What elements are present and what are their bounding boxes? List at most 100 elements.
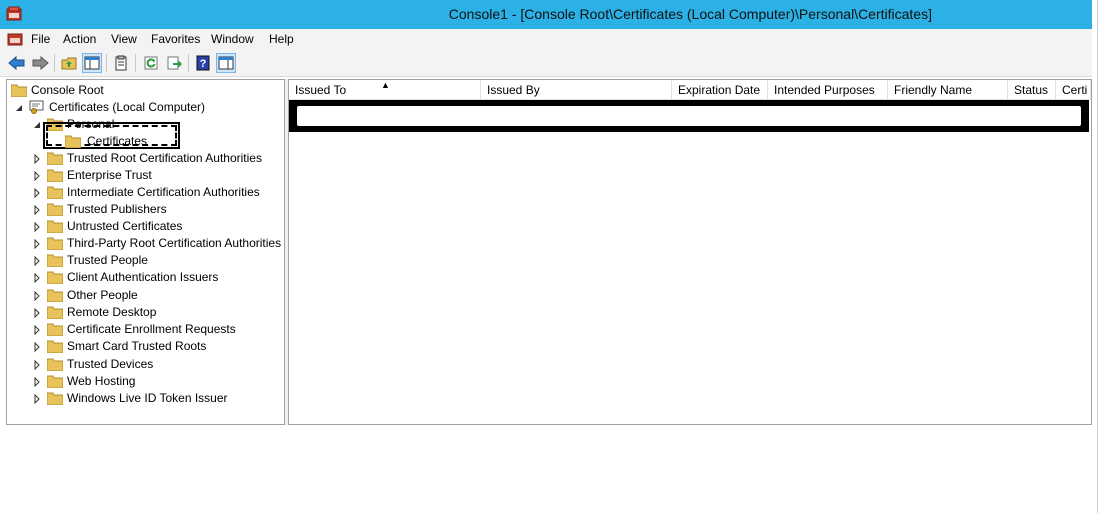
tree-label: Untrusted Certificates (67, 219, 183, 233)
toolbar-separator (106, 54, 107, 72)
column-label: Friendly Name (894, 83, 973, 97)
expand-arrow-icon[interactable] (33, 290, 41, 302)
help-icon: ? (196, 55, 210, 71)
menu-favorites[interactable]: Favorites (151, 32, 200, 46)
properties-button[interactable] (111, 53, 131, 73)
toolbar-separator (135, 54, 136, 72)
window-title: Console1 - [Console Root\Certificates (L… (448, 6, 932, 22)
expand-arrow-icon[interactable] (33, 307, 41, 319)
expand-arrow-icon[interactable] (33, 170, 41, 182)
expand-arrow-icon[interactable] (33, 238, 41, 250)
column-label: Status (1014, 83, 1049, 97)
tree-node-store[interactable]: Trusted Publishers (33, 201, 167, 217)
tree-label: Web Hosting (67, 374, 136, 388)
certificate-snapin-icon (29, 100, 45, 114)
column-header-friendly-name[interactable]: Friendly Name (888, 80, 1008, 100)
folder-icon (46, 151, 64, 166)
column-header-intended-purposes[interactable]: Intended Purposes (768, 80, 888, 100)
mmc-window: Console1 - [Console Root\Certificates (L… (0, 0, 1092, 425)
tree-label: Third-Party Root Certification Authoriti… (67, 236, 282, 250)
column-label: Certi (1062, 83, 1088, 97)
refresh-button[interactable] (141, 53, 161, 73)
folder-icon (46, 202, 64, 217)
expand-arrow-icon[interactable] (33, 187, 41, 199)
column-header-certificate-template[interactable]: Certi (1056, 80, 1091, 100)
help-button[interactable]: ? (193, 53, 213, 73)
tree-node-store[interactable]: Intermediate Certification Authorities (33, 184, 260, 200)
menu-help[interactable]: Help (269, 32, 294, 46)
back-icon (8, 55, 25, 71)
column-label: Issued By (487, 83, 540, 97)
expand-arrow-icon[interactable] (33, 359, 41, 371)
show-hide-tree-button[interactable] (82, 53, 102, 73)
expand-arrow-icon[interactable] (33, 272, 41, 284)
column-header-issued-to[interactable]: Issued To ▲ (289, 80, 481, 100)
properties-icon (115, 55, 127, 71)
tree-node-store[interactable]: Windows Live ID Token Issuer (33, 390, 228, 406)
folder-icon (46, 253, 64, 268)
collapse-arrow-icon[interactable] (33, 119, 41, 129)
redacted-certificate-row[interactable] (289, 100, 1089, 132)
menu-action[interactable]: Action (63, 32, 96, 46)
tree-node-store[interactable]: Other People (33, 287, 138, 303)
tree-label: Certificates (Local Computer) (49, 100, 206, 114)
up-one-level-button[interactable] (59, 53, 79, 73)
folder-icon (46, 391, 64, 406)
tree-node-certificates-local-computer[interactable]: Certificates (Local Computer) (15, 99, 205, 115)
tree-label: Client Authentication Issuers (67, 270, 219, 284)
expand-arrow-icon[interactable] (33, 376, 41, 388)
folder-icon (46, 236, 64, 251)
show-action-pane-button[interactable] (216, 53, 236, 73)
forward-icon (32, 55, 49, 71)
tree-label: Enterprise Trust (67, 168, 152, 182)
tree-node-store[interactable]: Client Authentication Issuers (33, 269, 218, 285)
menu-window[interactable]: Window (211, 32, 254, 46)
toolbar-separator (188, 54, 189, 72)
tree-node-store[interactable]: Remote Desktop (33, 304, 156, 320)
tree-label: Intermediate Certification Authorities (67, 185, 260, 199)
tree-node-store[interactable]: Smart Card Trusted Roots (33, 338, 206, 354)
tree-label: Smart Card Trusted Roots (67, 339, 207, 353)
toolbar-separator (54, 54, 55, 72)
tree-label: Trusted Devices (67, 357, 154, 371)
export-list-button[interactable] (164, 53, 184, 73)
tree-node-store[interactable]: Trusted Root Certification Authorities (33, 150, 262, 166)
tree-label: Trusted Root Certification Authorities (67, 151, 262, 165)
tree-node-store[interactable]: Certificate Enrollment Requests (33, 321, 236, 337)
folder-icon (46, 219, 64, 234)
column-header-issued-by[interactable]: Issued By (481, 80, 672, 100)
back-button[interactable] (7, 53, 27, 73)
tree-label: Remote Desktop (67, 305, 157, 319)
tree-node-store[interactable]: Trusted Devices (33, 356, 153, 372)
up-folder-icon (61, 57, 77, 70)
menu-view[interactable]: View (111, 32, 137, 46)
tree-label: Certificates (87, 134, 148, 148)
export-list-icon (167, 56, 182, 70)
folder-icon (64, 134, 82, 149)
tree-node-console-root[interactable]: Console Root (10, 82, 104, 98)
console-menu-icon[interactable] (7, 31, 23, 47)
tree-node-store[interactable]: Enterprise Trust (33, 167, 152, 183)
column-header-status[interactable]: Status (1008, 80, 1056, 100)
show-hide-tree-icon (84, 56, 100, 70)
collapse-arrow-icon[interactable] (15, 102, 23, 112)
tree-node-store[interactable]: Trusted People (33, 252, 148, 268)
title-bar[interactable]: Console1 - [Console Root\Certificates (L… (0, 0, 1092, 29)
expand-arrow-icon[interactable] (33, 153, 41, 165)
tree-label: Trusted People (67, 253, 148, 267)
menu-file[interactable]: File (31, 32, 50, 46)
folder-icon (10, 83, 28, 98)
tree-node-store[interactable]: Web Hosting (33, 373, 135, 389)
tree-node-store[interactable]: Untrusted Certificates (33, 218, 182, 234)
expand-arrow-icon[interactable] (33, 255, 41, 267)
expand-arrow-icon[interactable] (33, 221, 41, 233)
tree-node-store[interactable]: Third-Party Root Certification Authoriti… (33, 235, 281, 251)
expand-arrow-icon[interactable] (33, 204, 41, 216)
forward-button[interactable] (30, 53, 50, 73)
tree-node-personal-certificates[interactable]: Certificates (64, 133, 148, 149)
expand-arrow-icon[interactable] (33, 341, 41, 353)
expand-arrow-icon[interactable] (33, 324, 41, 336)
column-header-expiration-date[interactable]: Expiration Date (672, 80, 768, 100)
expand-arrow-icon[interactable] (33, 393, 41, 405)
background-window-edge (1097, 0, 1104, 513)
